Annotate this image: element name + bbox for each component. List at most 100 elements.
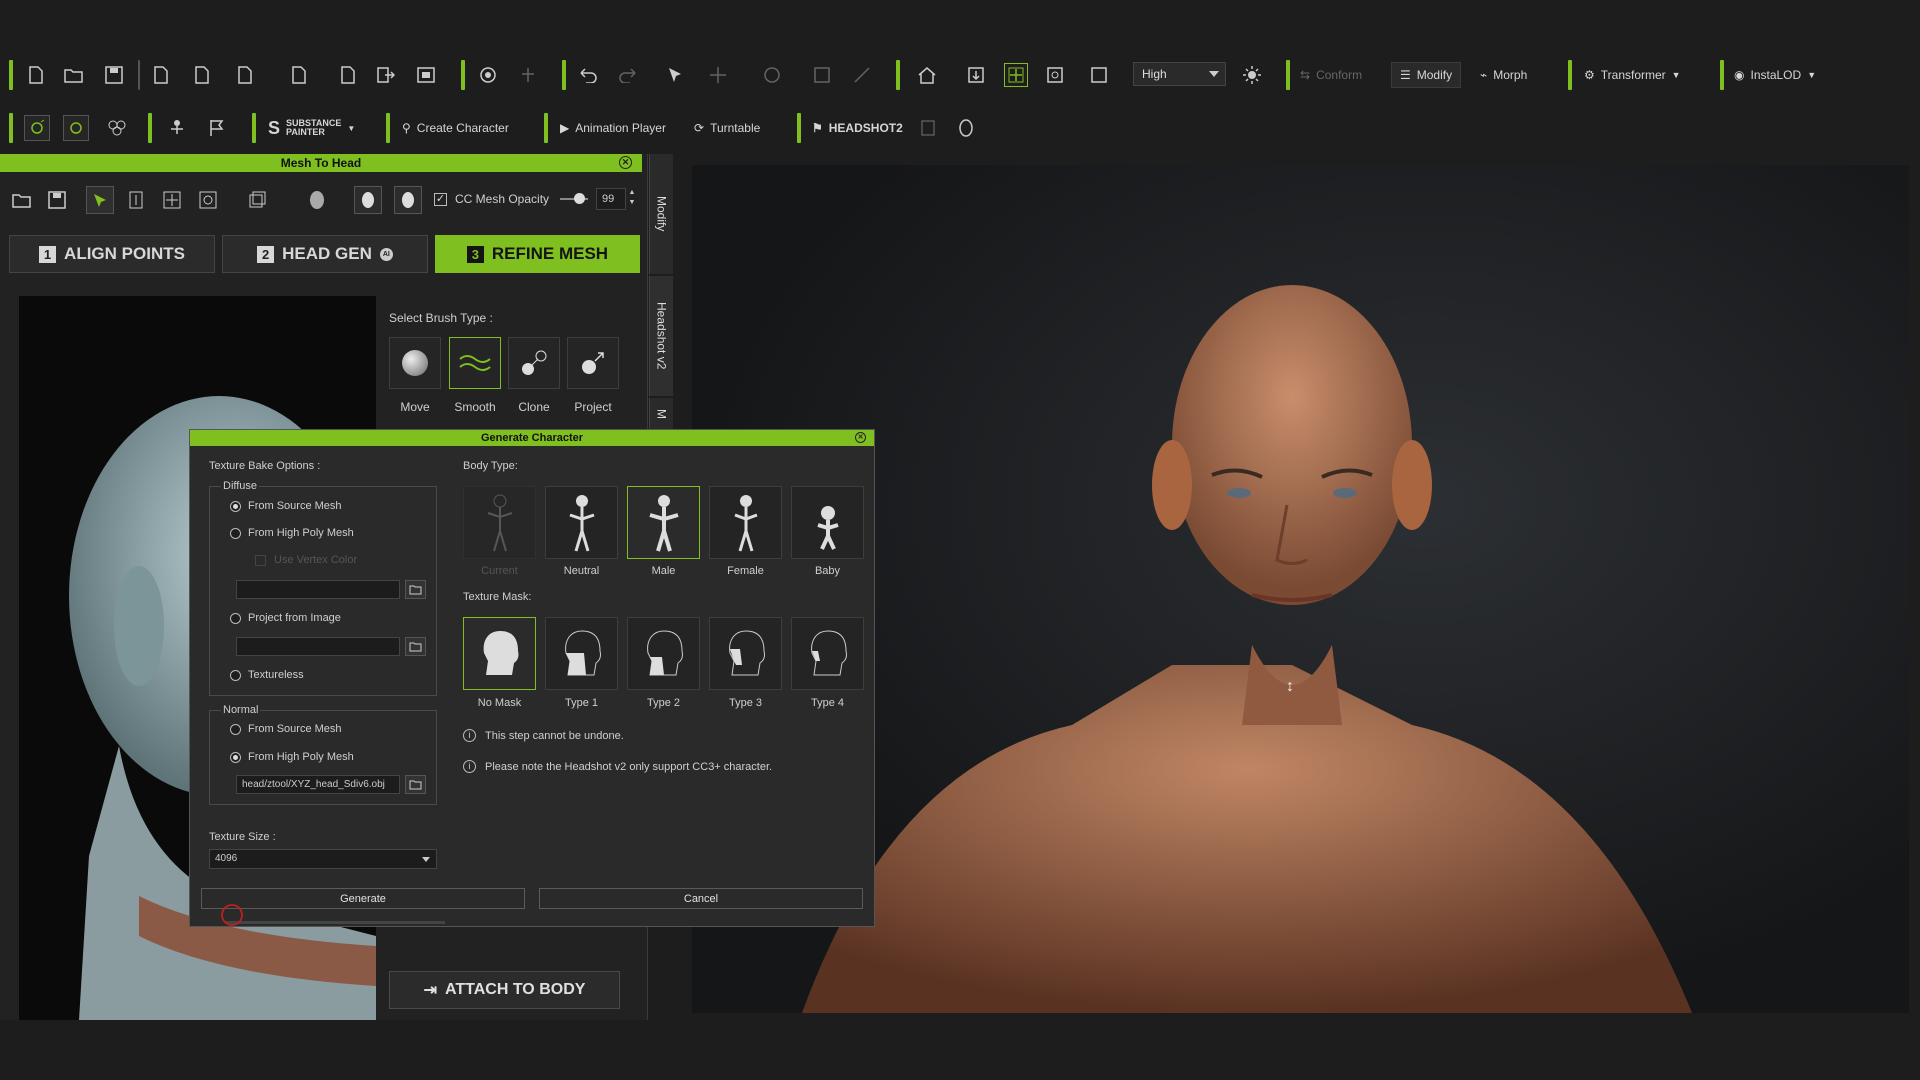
export-icon[interactable] <box>374 63 398 87</box>
headshot-icon: ⚑ <box>812 121 823 135</box>
tab-m[interactable]: M <box>649 398 673 430</box>
step-align-points-button[interactable]: 1 ALIGN POINTS <box>9 235 215 273</box>
normal-path-field[interactable]: head/ztool/XYZ_head_Sdiv6.obj <box>236 775 400 794</box>
quality-select[interactable]: High <box>1133 62 1226 86</box>
new-file-icon[interactable] <box>24 63 48 87</box>
close-icon[interactable]: ✕ <box>619 156 632 169</box>
mask-type3-tile[interactable] <box>709 617 782 690</box>
normal-from-source-radio[interactable] <box>230 724 241 735</box>
browse-folder-icon[interactable] <box>405 775 426 794</box>
zoom-extents-icon[interactable] <box>1043 63 1067 87</box>
cc-mesh-opacity-checkbox[interactable]: ✓ <box>434 193 447 206</box>
save-icon[interactable] <box>102 63 126 87</box>
rotate-icon[interactable] <box>757 63 787 87</box>
brush-clone-button[interactable] <box>508 337 560 389</box>
tab-modify[interactable]: Modify <box>649 154 673 274</box>
diffuse-from-high-poly-radio[interactable] <box>230 528 241 539</box>
step-head-gen-button[interactable]: 2 HEAD GEN AI <box>222 235 428 273</box>
browse-folder-icon[interactable] <box>405 637 426 656</box>
head-edit-icon[interactable] <box>63 115 89 141</box>
modify-button[interactable]: ☰ Modify <box>1391 62 1462 88</box>
hair-icon[interactable] <box>104 115 130 141</box>
head-mesh-icon[interactable] <box>953 115 979 141</box>
cancel-button[interactable]: Cancel <box>539 888 863 909</box>
fit-view-icon[interactable] <box>1004 63 1028 87</box>
tab-headshot-v2[interactable]: Headshot v2 <box>649 276 673 396</box>
redo-icon[interactable] <box>616 63 640 87</box>
attach-to-body-button[interactable]: ⇥ ATTACH TO BODY <box>389 971 620 1009</box>
turntable-button[interactable]: ⟳ Turntable <box>694 116 760 140</box>
rotate-tool-icon[interactable] <box>196 188 220 212</box>
open-folder-icon[interactable] <box>62 63 86 87</box>
head-front-icon[interactable] <box>354 186 382 214</box>
substance-painter-button[interactable]: S SUBSTANCE PAINTER ▼ <box>268 116 355 140</box>
align-icon[interactable] <box>850 63 874 87</box>
body-type-female-tile[interactable] <box>709 486 782 559</box>
select-arrow-icon[interactable] <box>663 63 687 87</box>
step-refine-mesh-button[interactable]: 3 REFINE MESH <box>435 235 640 273</box>
usd-export-icon[interactable] <box>336 63 360 87</box>
browse-folder-icon[interactable] <box>405 580 426 599</box>
body-type-neutral-tile[interactable] <box>545 486 618 559</box>
opacity-value-field[interactable]: 99 <box>596 188 626 210</box>
transformer-button[interactable]: ⚙ Transformer ▼ <box>1584 64 1681 86</box>
frame-selected-icon[interactable] <box>964 63 988 87</box>
flag-icon[interactable] <box>204 115 230 141</box>
image-path-field[interactable] <box>236 637 400 656</box>
headshot-batch-icon[interactable] <box>915 115 941 141</box>
mask-type4-tile[interactable] <box>791 617 864 690</box>
undo-icon[interactable] <box>576 63 600 87</box>
diffuse-project-from-image-radio[interactable] <box>230 613 241 624</box>
body-type-baby-tile[interactable] <box>791 486 864 559</box>
animation-player-button[interactable]: ▶ Animation Player <box>560 116 666 140</box>
home-camera-icon[interactable] <box>912 63 942 87</box>
conform-button[interactable]: ⇆ Conform <box>1300 64 1362 86</box>
create-character-button[interactable]: ⚲ Create Character <box>402 116 509 140</box>
head-view-icon[interactable] <box>300 186 334 214</box>
move-all-icon[interactable] <box>160 188 184 212</box>
brush-smooth-button[interactable] <box>449 337 501 389</box>
brush-move-button[interactable] <box>389 337 441 389</box>
obj-import-icon[interactable] <box>230 63 260 87</box>
morph-button[interactable]: ⌁ Morph <box>1480 64 1527 86</box>
generate-button[interactable]: Generate <box>201 888 525 909</box>
close-icon[interactable]: ✕ <box>855 432 866 443</box>
render-icon[interactable] <box>414 63 438 87</box>
diffuse-from-source-radio[interactable] <box>230 501 241 512</box>
texture-size-select[interactable]: 4096 <box>209 849 437 869</box>
lighting-icon[interactable] <box>1240 63 1264 87</box>
mask-type2-tile[interactable] <box>627 617 700 690</box>
brush-project-button[interactable] <box>567 337 619 389</box>
layers-icon[interactable] <box>240 188 274 212</box>
import-script-icon[interactable] <box>190 63 214 87</box>
scene-icon[interactable] <box>476 63 500 87</box>
import-ic-icon[interactable] <box>149 63 173 87</box>
use-vertex-color-checkbox[interactable] <box>255 555 266 566</box>
save-icon[interactable] <box>45 188 69 212</box>
open-folder-icon[interactable] <box>10 188 34 212</box>
mask-type1-tile[interactable] <box>545 617 618 690</box>
normal-from-high-poly-radio[interactable] <box>230 752 241 763</box>
opacity-stepper[interactable]: ▲ ▼ <box>626 188 638 210</box>
instalod-button[interactable]: ◉ InstaLOD ▼ <box>1734 64 1816 86</box>
diffuse-textureless-radio[interactable] <box>230 670 241 681</box>
body-type-male-tile[interactable] <box>627 486 700 559</box>
move-icon[interactable] <box>703 63 733 87</box>
body-neutral-icon <box>569 494 594 551</box>
pose-icon[interactable] <box>516 63 540 87</box>
opacity-slider-handle[interactable] <box>574 193 585 204</box>
cc-head-icon[interactable] <box>394 186 422 214</box>
pose-figure-icon[interactable] <box>164 115 190 141</box>
move-vertical-icon[interactable] <box>124 188 148 212</box>
fbx-import-icon[interactable] <box>284 63 314 87</box>
character-edit-icon[interactable] <box>24 115 50 141</box>
camera-options-icon[interactable] <box>1084 63 1114 87</box>
scale-icon[interactable] <box>810 63 834 87</box>
brush-label: Move <box>400 400 430 414</box>
headshot2-button[interactable]: ⚑ HEADSHOT2 <box>812 116 903 140</box>
select-arrow-icon[interactable] <box>86 186 114 214</box>
body-type-current-tile[interactable] <box>463 486 536 559</box>
texture-size-value: 4096 <box>215 853 238 864</box>
mask-no-mask-tile[interactable] <box>463 617 536 690</box>
high-poly-path-field[interactable] <box>236 580 400 599</box>
